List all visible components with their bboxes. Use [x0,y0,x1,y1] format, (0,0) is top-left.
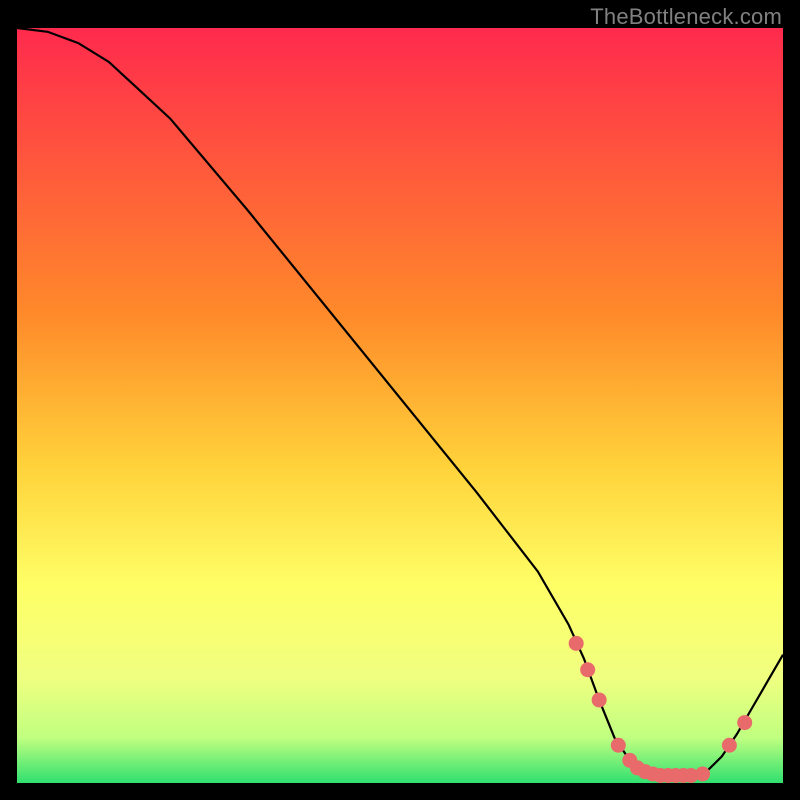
gradient-background [17,28,783,783]
plot-frame [17,28,783,783]
watermark-text: TheBottleneck.com [590,4,782,30]
marker-point [569,636,583,650]
chart-container: TheBottleneck.com [0,0,800,800]
marker-point [738,716,752,730]
plot-svg [17,28,783,783]
marker-point [696,767,710,781]
marker-point [581,663,595,677]
marker-point [592,693,606,707]
marker-point [611,738,625,752]
marker-point [722,738,736,752]
